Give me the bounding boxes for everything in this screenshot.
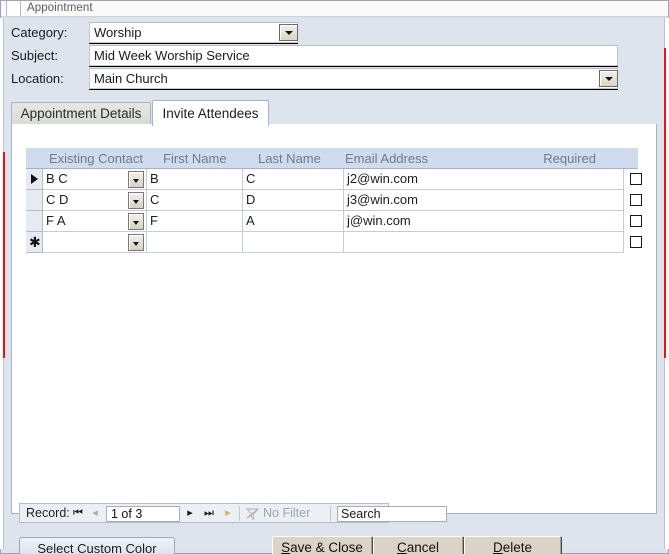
cell-email-address[interactable] (344, 232, 624, 253)
new-record-row[interactable]: ✱ (26, 232, 642, 253)
filter-icon (246, 508, 259, 520)
record-position-input[interactable]: 1 of 3 (106, 506, 180, 522)
tabstrip: Appointment Details Invite Attendees (11, 100, 657, 126)
attendees-datasheet: Existing Contact First Name Last Name Em… (26, 148, 642, 258)
cell-email-address[interactable]: j@win.com (344, 211, 624, 232)
cell-first-name[interactable]: B (147, 169, 243, 190)
column-header-required[interactable]: Required (516, 148, 596, 169)
search-input[interactable]: Search (337, 506, 447, 522)
subject-input[interactable]: Mid Week Worship Service (89, 45, 618, 66)
row-selector[interactable]: ✱ (26, 232, 43, 253)
datasheet-header-row: Existing Contact First Name Last Name Em… (26, 148, 638, 169)
tab-invite-attendees[interactable]: Invite Attendees (152, 100, 269, 126)
row-combo-arrow-icon[interactable] (128, 192, 144, 209)
cell-first-name[interactable]: C (147, 190, 243, 211)
category-label: Category: (11, 25, 68, 40)
delete-button[interactable]: Delete (464, 536, 561, 554)
new-record-button[interactable]: ▸ (220, 506, 236, 521)
last-record-button[interactable]: ⏭ (201, 506, 217, 521)
row-selector[interactable] (26, 211, 43, 232)
location-label: Location: (11, 71, 64, 86)
cell-last-name[interactable]: A (243, 211, 344, 232)
location-input[interactable]: Main Church (89, 68, 618, 89)
cell-last-name[interactable] (243, 232, 344, 253)
appointment-window: Appointment Category: Worship Subject: M… (0, 0, 669, 554)
category-input[interactable]: Worship (89, 22, 298, 43)
cell-email-address[interactable]: j3@win.com (344, 190, 624, 211)
invite-attendees-page: Existing Contact First Name Last Name Em… (11, 124, 657, 514)
form-body: Category: Worship Subject: Mid Week Wors… (5, 18, 664, 554)
table-row[interactable]: C D C D j3@win.com (26, 190, 642, 211)
record-label: Record: (26, 506, 70, 520)
row-combo-arrow-icon[interactable] (128, 213, 144, 230)
record-navigator: Record: ⏮ ◂ 1 of 3 ▸ ⏭ ▸ No Filter Searc… (19, 503, 447, 523)
cell-last-name[interactable]: C (243, 169, 344, 190)
cell-first-name[interactable] (147, 232, 243, 253)
table-row[interactable]: B C B C j2@win.com (26, 169, 642, 190)
cell-first-name[interactable]: F (147, 211, 243, 232)
navigator-separator (239, 506, 240, 521)
row-combo-arrow-icon[interactable] (128, 171, 144, 188)
window-titlebar: Appointment (1, 1, 668, 17)
save-and-close-button[interactable]: Save & Close (272, 536, 372, 554)
window-gripper (6, 1, 21, 16)
current-record-arrow-icon (31, 174, 38, 184)
column-header-email-address[interactable]: Email Address (345, 148, 485, 169)
select-custom-color-button[interactable]: Select Custom Color (19, 537, 175, 554)
previous-record-button[interactable]: ◂ (87, 506, 103, 521)
tab-appointment-details[interactable]: Appointment Details (11, 102, 151, 126)
cell-required-checkbox[interactable] (630, 173, 642, 185)
row-combo-arrow-icon[interactable] (128, 234, 144, 251)
column-header-first-name[interactable]: First Name (163, 148, 253, 169)
cell-last-name[interactable]: D (243, 190, 344, 211)
row-selector[interactable] (26, 169, 43, 190)
next-record-button[interactable]: ▸ (182, 506, 198, 521)
row-selector[interactable] (26, 190, 43, 211)
cancel-button[interactable]: Cancel (373, 536, 463, 554)
new-record-asterisk-icon: ✱ (29, 234, 41, 250)
cell-required-checkbox[interactable] (630, 194, 642, 206)
filter-status-label[interactable]: No Filter (263, 504, 310, 522)
window-title: Appointment (27, 2, 93, 14)
column-header-existing-contact[interactable]: Existing Contact (49, 148, 159, 169)
category-dropdown-arrow-icon[interactable] (279, 24, 298, 41)
column-header-last-name[interactable]: Last Name (258, 148, 348, 169)
table-row[interactable]: F A F A j@win.com (26, 211, 642, 232)
navigator-separator-2 (330, 506, 331, 521)
cell-email-address[interactable]: j2@win.com (344, 169, 624, 190)
location-dropdown-arrow-icon[interactable] (599, 70, 618, 87)
first-record-button[interactable]: ⏮ (70, 506, 86, 521)
cell-required-checkbox[interactable] (630, 236, 642, 248)
cell-required-checkbox[interactable] (630, 215, 642, 227)
subject-label: Subject: (11, 48, 58, 63)
